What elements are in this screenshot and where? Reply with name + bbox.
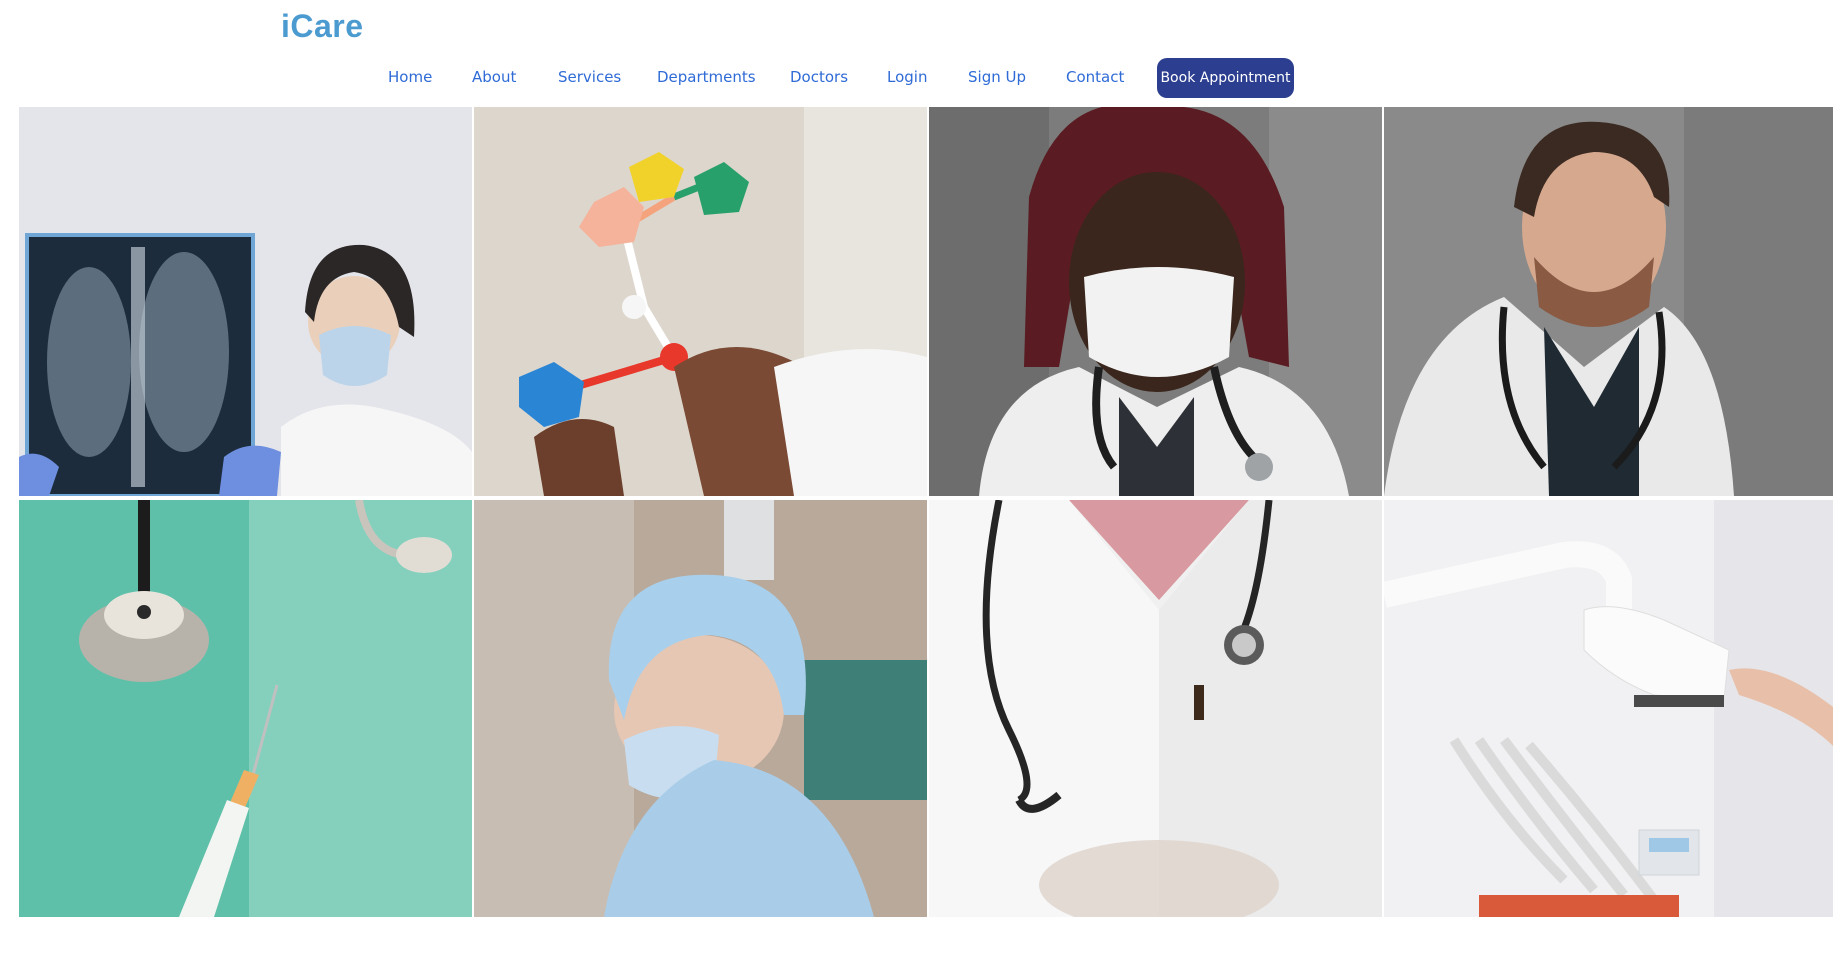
- nav-contact[interactable]: Contact: [1066, 68, 1124, 86]
- nav-about[interactable]: About: [472, 68, 516, 86]
- site-logo[interactable]: iCare: [281, 8, 364, 45]
- nav-services[interactable]: Services: [558, 68, 621, 86]
- page: iCare Home About Services Departments Do…: [0, 0, 1833, 957]
- masked-doctor-image: [929, 107, 1382, 496]
- surgeon-image: [474, 500, 927, 917]
- dental-lamp-image: [1384, 500, 1833, 917]
- nav-home[interactable]: Home: [388, 68, 432, 86]
- gallery-image-molecule-model: [474, 107, 927, 496]
- main-nav: Home About Services Departments Doctors …: [0, 58, 1833, 100]
- male-doctor-image: [1384, 107, 1833, 496]
- gallery-image-xray-doctor: [19, 107, 472, 496]
- gallery-image-male-doctor: [1384, 107, 1833, 496]
- gallery-image-surgeon: [474, 500, 927, 917]
- gallery-image-stethoscope-syringe: [19, 500, 472, 917]
- nav-login[interactable]: Login: [887, 68, 927, 86]
- book-appointment-button[interactable]: Book Appointment: [1157, 58, 1294, 98]
- image-gallery: [19, 107, 1833, 917]
- gallery-image-dental-lamp: [1384, 500, 1833, 917]
- nav-departments[interactable]: Departments: [657, 68, 756, 86]
- gallery-image-masked-doctor: [929, 107, 1382, 496]
- nav-doctors[interactable]: Doctors: [790, 68, 848, 86]
- white-coat-image: [929, 500, 1382, 917]
- stethoscope-syringe-image: [19, 500, 472, 917]
- molecule-model-image: [474, 107, 927, 496]
- nav-sign-up[interactable]: Sign Up: [968, 68, 1026, 86]
- xray-doctor-image: [19, 107, 472, 496]
- gallery-image-white-coat: [929, 500, 1382, 917]
